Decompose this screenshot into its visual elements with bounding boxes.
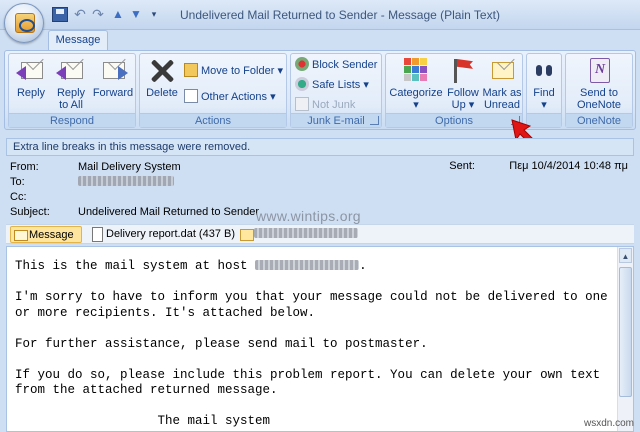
reply-button[interactable]: Reply <box>11 56 51 114</box>
mark-as-unread-button[interactable]: Mark as Unread <box>482 56 522 114</box>
subject-label: Subject: <box>10 206 50 218</box>
chevron-down-icon: ▾ <box>413 99 419 111</box>
reply-all-button[interactable]: Reply to All <box>51 56 91 114</box>
other-actions-icon <box>184 89 198 103</box>
reply-icon <box>16 56 46 84</box>
title-bar: ↶ ↷ ▲ ▼ ▾ Undelivered Mail Returned to S… <box>0 0 640 30</box>
group-label-onenote: OneNote <box>566 113 632 127</box>
chevron-down-icon: ▾ <box>541 99 547 111</box>
group-respond: Reply Reply to All Forward Respond <box>8 53 136 128</box>
site-watermark: wsxdn.com <box>583 418 634 429</box>
watermark: www.wintips.org <box>256 208 361 224</box>
junk-dialog-launcher-icon[interactable] <box>370 116 379 125</box>
send-to-onenote-button[interactable]: Send to OneNote <box>568 56 630 114</box>
to-row: To: <box>10 175 174 189</box>
to-label: To: <box>10 176 25 188</box>
forward-icon <box>98 56 128 84</box>
flag-icon <box>448 56 478 84</box>
safe-lists-icon <box>295 77 309 91</box>
mark-unread-icon <box>487 56 517 84</box>
group-actions: Delete Move to Folder ▾ Other Actions ▾ … <box>139 53 287 128</box>
redacted-host <box>255 260 360 270</box>
reply-all-icon <box>56 56 86 84</box>
message-body[interactable]: This is the mail system at host . I'm so… <box>6 246 634 432</box>
categorize-icon <box>401 56 431 84</box>
tab-message[interactable]: Message <box>48 30 108 51</box>
window-title: Undelivered Mail Returned to Sender - Me… <box>180 8 500 22</box>
vertical-scrollbar[interactable]: ▲ <box>617 247 633 431</box>
to-value-redacted[interactable] <box>78 176 174 186</box>
attachment-message[interactable]: Message <box>10 226 82 243</box>
chevron-down-icon: ▾ <box>468 99 475 111</box>
subject-row: Subject: Undelivered Mail Returned to Sen… <box>10 205 259 219</box>
sent-row: Sent: Πεμ 10/4/2014 10:48 πμ <box>449 160 628 172</box>
forward-button[interactable]: Forward <box>91 56 135 114</box>
group-label-options: Options <box>386 113 522 127</box>
block-sender-icon <box>295 57 309 71</box>
ribbon: Reply Reply to All Forward Respond Delet… <box>4 50 636 130</box>
delete-icon <box>147 56 177 84</box>
next-item-icon[interactable]: ▼ <box>128 7 144 22</box>
group-label-actions: Actions <box>140 113 286 127</box>
not-junk-icon <box>295 97 309 111</box>
binoculars-icon <box>529 56 559 84</box>
sent-label: Sent: <box>449 160 475 172</box>
chevron-down-icon: ▾ <box>363 79 369 91</box>
group-find: Find ▾ <box>526 53 562 128</box>
office-button[interactable] <box>4 3 44 43</box>
cc-label: Cc: <box>10 191 27 203</box>
folder-icon <box>184 63 198 77</box>
attachment-delivery-report[interactable]: Delivery report.dat (437 B) <box>88 226 235 243</box>
chevron-down-icon: ▾ <box>270 91 276 103</box>
group-onenote: Send to OneNote OneNote <box>565 53 633 128</box>
scroll-up-icon[interactable]: ▲ <box>619 248 632 263</box>
cc-row: Cc: <box>10 190 78 204</box>
chevron-down-icon: ▾ <box>277 65 283 77</box>
message-header: From: Mail Delivery System To: Cc: Subjec… <box>6 158 634 224</box>
subject-value: Undelivered Mail Returned to Sender <box>78 206 259 218</box>
group-label-junk: Junk E-mail <box>291 113 381 127</box>
customize-toolbar-icon[interactable]: ▾ <box>146 7 162 22</box>
onenote-icon <box>584 56 614 84</box>
redo-icon[interactable]: ↷ <box>90 7 106 22</box>
from-row: From: Mail Delivery System <box>10 160 181 174</box>
safe-lists-button[interactable]: Safe Lists ▾ <box>295 76 369 94</box>
attachment-bar: Message Delivery report.dat (437 B) <box>6 224 634 244</box>
group-options: Categorize ▾ Follow Up ▾ Mark as Unread O… <box>385 53 523 128</box>
info-bar[interactable]: Extra line breaks in this message were r… <box>6 138 634 156</box>
sent-value: Πεμ 10/4/2014 10:48 πμ <box>509 160 628 172</box>
block-sender-button[interactable]: Block Sender <box>295 56 377 74</box>
delete-button[interactable]: Delete <box>142 56 182 114</box>
follow-up-button[interactable]: Follow Up ▾ <box>444 56 482 114</box>
message-body-text: This is the mail system at host . I'm so… <box>15 259 608 428</box>
group-label-respond: Respond <box>9 113 135 127</box>
from-label: From: <box>10 161 39 173</box>
group-junk-email: Block Sender Safe Lists ▾ Not Junk Junk … <box>290 53 382 128</box>
from-value[interactable]: Mail Delivery System <box>78 161 181 173</box>
save-icon[interactable] <box>52 7 68 22</box>
categorize-button[interactable]: Categorize ▾ <box>388 56 444 114</box>
outlook-logo-icon <box>15 13 35 33</box>
not-junk-button[interactable]: Not Junk <box>295 96 355 114</box>
move-to-folder-button[interactable]: Move to Folder ▾ <box>184 62 283 80</box>
ribbon-tab-row: Message <box>0 30 640 51</box>
other-actions-button[interactable]: Other Actions ▾ <box>184 88 276 106</box>
attachment-redacted[interactable] <box>236 226 366 243</box>
previous-item-icon[interactable]: ▲ <box>110 7 126 22</box>
scroll-thumb[interactable] <box>619 267 632 397</box>
find-button[interactable]: Find ▾ <box>527 56 561 114</box>
undo-icon[interactable]: ↶ <box>72 7 88 22</box>
